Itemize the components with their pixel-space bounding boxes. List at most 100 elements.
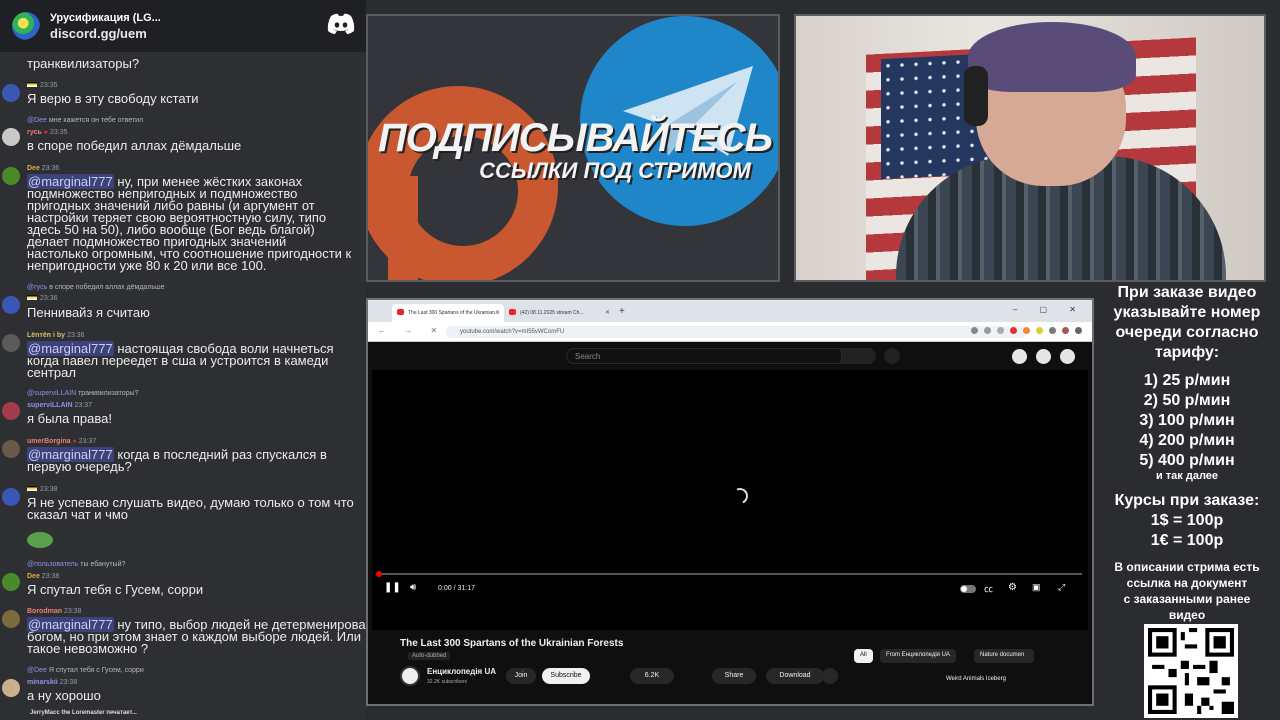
zoom-icon[interactable] (971, 327, 978, 334)
close-tab-icon[interactable]: ✕ (605, 309, 610, 316)
user-avatar (2, 84, 20, 102)
download-button[interactable]: Download (766, 668, 824, 684)
url-field[interactable]: youtube.com/watch?v=mI55vWComFU (446, 326, 1026, 338)
message-text: Я не успеваю слушать видео, думаю только… (27, 495, 354, 522)
menu-icon[interactable] (1075, 327, 1082, 334)
message-meta: Dee 23:36 (27, 165, 60, 172)
search-button[interactable] (842, 348, 876, 364)
message-meta: minarskii 23:38 (27, 679, 78, 686)
desc-line: видео (1168, 608, 1206, 622)
message-text: подмножество непригодных и подмножество … (27, 186, 352, 273)
info-line: указывайте номер (1113, 304, 1261, 321)
browser-tab[interactable]: (42) 08.11.2025 stream Ch... ✕ (504, 304, 614, 322)
new-tab-button[interactable]: + (619, 306, 625, 317)
mic-icon[interactable] (884, 348, 900, 364)
message-text: первую очередь? (27, 459, 132, 474)
message-text: я была права! (27, 411, 112, 426)
star-icon[interactable] (997, 327, 1004, 334)
share-button[interactable]: Share (712, 668, 756, 684)
miniplayer-icon[interactable]: ▣ (1032, 582, 1041, 593)
chip-all[interactable]: All (854, 649, 873, 663)
etc-line: и так далее (1155, 470, 1219, 482)
extension-icons[interactable] (971, 327, 1082, 334)
volume-icon[interactable]: 🔊︎ (410, 582, 416, 593)
browser-tab-active[interactable]: The Last 300 Spartans of the Ukrainian..… (392, 304, 504, 322)
message-text: Я верю в эту свободу кстати (27, 91, 199, 106)
channel-avatar[interactable] (400, 666, 420, 686)
pause-icon[interactable]: ❚❚ (384, 582, 401, 593)
progress-bar[interactable] (378, 573, 1082, 575)
progress-scrubber[interactable] (376, 571, 382, 577)
reply-reference: @пользователь ты ебанутый? (27, 561, 126, 568)
search-input[interactable]: Search (566, 348, 842, 364)
subscriber-count: 32.2K subscribers (427, 679, 468, 685)
settings-gear-icon[interactable]: ⚙ (1008, 582, 1017, 593)
video-title: The Last 300 Spartans of the Ukrainian F… (400, 638, 624, 649)
like-button[interactable]: 6.2K (630, 668, 674, 684)
auto-dubbed-badge: Auto-dubbed (408, 652, 451, 660)
browser-window: The Last 300 Spartans of the Ukrainian..… (366, 298, 1094, 706)
order-info-panel: При заказе видео указывайте номер очеред… (1094, 284, 1280, 720)
account-icon[interactable] (1060, 349, 1075, 364)
user-avatar (2, 296, 20, 314)
discord-header: Урусификация (LG... discord.gg/uem (0, 0, 366, 52)
tariff-line: 4) 200 р/мин (1139, 432, 1235, 449)
video-player[interactable] (372, 370, 1088, 630)
user-avatar (2, 610, 20, 628)
info-line: очереди согласно (1115, 324, 1259, 341)
server-name: Урусификация (LG... (50, 11, 161, 24)
youtube-favicon-icon (397, 309, 404, 315)
message-text: а ну хорошо (27, 688, 101, 703)
puzzle-icon[interactable] (1049, 327, 1056, 334)
message-text: в споре победил аллах дёмдальше (27, 138, 242, 153)
window-controls[interactable]: – ▢ ✕ (1013, 305, 1086, 314)
recommended-video-title[interactable]: Weird Animals Iceberg (946, 676, 1006, 682)
channel-name[interactable]: Енциклопедія UA (427, 667, 496, 676)
courses-title: Курсы при заказе: (1114, 492, 1260, 509)
share-icon[interactable] (984, 327, 991, 334)
streamer-hair (968, 22, 1136, 92)
server-invite-link[interactable]: discord.gg/uem (50, 26, 161, 41)
pepe-emoji-icon (27, 532, 53, 548)
desc-line: ссылка на документ (1126, 576, 1248, 590)
discord-logo-icon (327, 13, 355, 34)
message-meta: 23:38 (27, 486, 58, 493)
message-text: транквилизаторы? (27, 56, 140, 71)
more-actions-button[interactable] (822, 668, 838, 684)
extension-red-icon[interactable] (1010, 327, 1017, 334)
message-meta: 23:36 (27, 295, 58, 302)
address-bar-row: ← → ✕ ⌂ youtube.com/watch?v=mI55vWComFU (368, 322, 1092, 342)
patreon-logo-stem (388, 176, 418, 280)
rate-line: 1€ = 100р (1150, 532, 1224, 549)
notifications-icon[interactable] (1036, 349, 1051, 364)
subscribe-button[interactable]: Subscribe (542, 668, 590, 684)
autoplay-toggle[interactable] (960, 585, 976, 593)
fullscreen-icon[interactable]: ⤢ (1058, 582, 1065, 593)
tariff-line: 3) 100 р/мин (1139, 412, 1235, 429)
join-button[interactable]: Join (506, 668, 536, 684)
message-meta: Borodman 23:38 (27, 608, 82, 615)
tab-label: (42) 08.11.2025 stream Ch... (520, 310, 584, 316)
extension-yellow-icon[interactable] (1036, 327, 1043, 334)
message-meta: 23:35 (27, 82, 58, 89)
profile-avatar-icon[interactable] (1062, 327, 1069, 334)
typing-indicator: JerryMacc the Loremaster печатает... (30, 710, 137, 716)
tariff-line: 5) 400 р/мин (1139, 452, 1235, 469)
close-tab-icon[interactable]: ✕ (495, 309, 500, 316)
tab-bar: The Last 300 Spartans of the Ukrainian..… (368, 300, 1092, 322)
headphones (964, 66, 988, 126)
extension-orange-icon[interactable] (1023, 327, 1030, 334)
user-avatar (2, 334, 20, 352)
message-text: когда павел переедет в сша и устроится в… (27, 353, 329, 380)
chip-nature[interactable]: Nature documen (974, 649, 1034, 663)
desc-line: В описании стрима есть (1114, 560, 1260, 574)
chip-from-channel[interactable]: From Енциклопедія UA (880, 649, 956, 663)
message-meta: гусь ● 23:35 (27, 129, 68, 136)
user-avatar (2, 679, 20, 697)
user-avatar (2, 402, 20, 420)
create-icon[interactable] (1012, 349, 1027, 364)
reply-reference: @Dee Я спутал тебя с Гусем, сорри (27, 667, 144, 674)
time-display: 0:00 / 31:17 (438, 585, 475, 592)
subtitles-icon[interactable]: ㏄ (984, 582, 993, 595)
desc-line: с заказанными ранее (1123, 592, 1251, 606)
